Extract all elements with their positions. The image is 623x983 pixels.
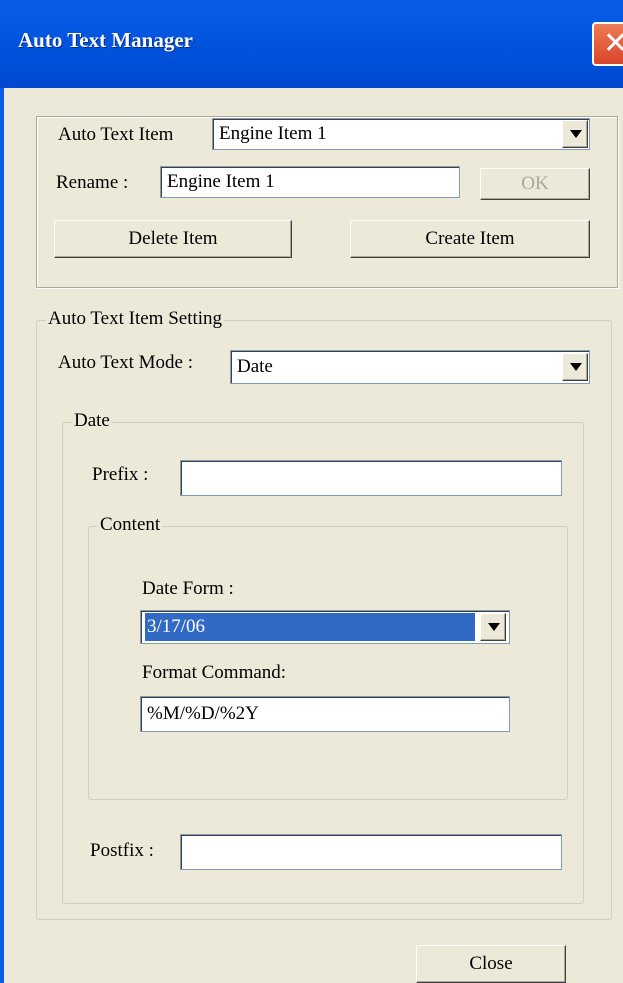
rename-input[interactable]: Engine Item 1 (160, 166, 460, 198)
postfix-label: Postfix : (90, 840, 154, 861)
close-icon[interactable]: ✕ (592, 22, 623, 66)
close-button[interactable]: Close (416, 945, 566, 983)
window-border (0, 88, 4, 983)
content-group-legend: Content (98, 514, 163, 536)
auto-text-item-label: Auto Text Item (58, 124, 174, 145)
ok-button[interactable]: OK (480, 168, 590, 200)
title-bar[interactable]: Auto Text Manager ✕ (0, 0, 623, 88)
date-group-legend: Date (72, 410, 112, 432)
date-form-chevron-down-icon[interactable] (480, 613, 506, 641)
delete-item-button[interactable]: Delete Item (54, 220, 292, 258)
date-form-dropdown[interactable]: 3/17/06 (140, 610, 510, 644)
prefix-label: Prefix : (92, 464, 149, 485)
date-form-value: 3/17/06 (145, 613, 475, 641)
date-form-label: Date Form : (142, 578, 234, 599)
format-command-input[interactable]: %M/%D/%2Y (140, 696, 510, 732)
window-title: Auto Text Manager (18, 28, 193, 52)
setting-group-legend: Auto Text Item Setting (46, 308, 225, 330)
format-command-value: %M/%D/%2Y (147, 703, 259, 724)
rename-label: Rename : (56, 172, 129, 193)
prefix-input[interactable] (180, 460, 562, 496)
auto-text-item-dropdown[interactable]: Engine Item 1 (212, 118, 590, 150)
auto-text-manager-window: Auto Text Manager ✕ Auto Text Item Engin… (0, 0, 623, 983)
format-command-label: Format Command: (142, 662, 287, 683)
auto-text-mode-label: Auto Text Mode : (58, 352, 194, 373)
auto-text-mode-dropdown[interactable]: Date (230, 350, 590, 384)
auto-text-item-value: Engine Item 1 (219, 123, 327, 144)
postfix-input[interactable] (180, 834, 562, 870)
auto-text-mode-value: Date (237, 356, 273, 377)
rename-value: Engine Item 1 (167, 171, 275, 192)
auto-text-item-chevron-down-icon[interactable] (562, 120, 588, 148)
auto-text-mode-chevron-down-icon[interactable] (562, 353, 588, 381)
create-item-button[interactable]: Create Item (350, 220, 590, 258)
